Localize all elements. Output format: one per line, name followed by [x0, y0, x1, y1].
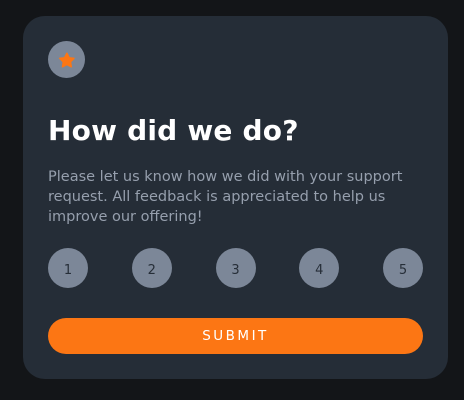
rating-button-2[interactable]: 2: [131, 248, 172, 288]
rating-options: 1 2 3 4 5: [48, 248, 423, 288]
star-icon-badge: [48, 41, 85, 78]
rating-card: How did we do? Please let us know how we…: [23, 16, 448, 379]
submit-button[interactable]: SUBMIT: [48, 318, 423, 354]
rating-button-3[interactable]: 3: [215, 248, 256, 288]
star-icon: [58, 51, 75, 68]
rating-button-5[interactable]: 5: [383, 248, 423, 288]
page-title: How did we do?: [48, 114, 299, 147]
description-text: Please let us know how we did with your …: [48, 169, 403, 225]
rating-button-1[interactable]: 1: [48, 248, 88, 288]
rating-button-4[interactable]: 4: [299, 248, 340, 288]
